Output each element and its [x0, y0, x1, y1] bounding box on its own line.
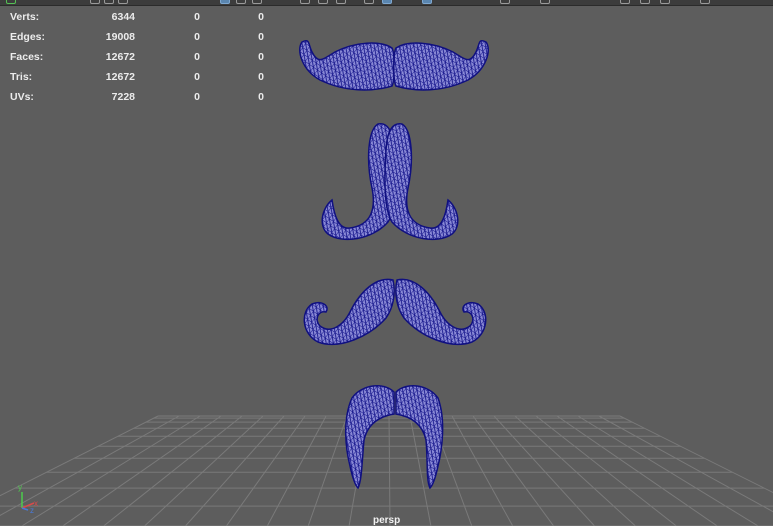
- hud-selected-tri: 0: [258, 51, 264, 63]
- hud-selected: 0: [194, 71, 200, 83]
- hud-row-tris: Tris: 12672 0 0: [10, 67, 270, 87]
- hud-row-faces: Faces: 12672 0 0: [10, 47, 270, 67]
- hud-selected: 0: [194, 51, 200, 63]
- hud-row-verts: Verts: 6344 0 0: [10, 7, 270, 27]
- hud-row-edges: Edges: 19008 0 0: [10, 27, 270, 47]
- ground-grid: [0, 415, 773, 526]
- hud-selected: 0: [194, 91, 200, 103]
- hud-total: 12672: [105, 51, 135, 63]
- gizmo-z-label: z: [30, 506, 34, 515]
- hud-selected-tri: 0: [258, 11, 264, 23]
- hud-selected: 0: [194, 31, 200, 43]
- camera-name-label: persp: [373, 515, 401, 526]
- hud-total: 6344: [111, 11, 135, 23]
- gizmo-x-label: x: [34, 499, 38, 508]
- hud-label: UVs:: [10, 91, 34, 103]
- gizmo-y-label: y: [18, 483, 22, 492]
- hud-selected-tri: 0: [258, 91, 264, 103]
- mustache-hooked[interactable]: [321, 123, 459, 241]
- hud-total: 12672: [105, 71, 135, 83]
- hud-label: Faces:: [10, 51, 44, 63]
- hud-label: Tris:: [10, 71, 33, 83]
- hud-selected-tri: 0: [258, 31, 264, 43]
- poly-count-hud: Verts: 6344 0 0 Edges: 19008 0 0 Faces: …: [10, 7, 270, 107]
- 3d-viewport[interactable]: y x z Verts: 6344 0 0 Edges: 19008 0 0 F…: [0, 0, 773, 526]
- hud-row-uvs: UVs: 7228 0 0: [10, 87, 270, 107]
- mustache-handlebar[interactable]: [299, 40, 489, 91]
- hud-label: Edges:: [10, 31, 46, 43]
- hud-total: 7228: [111, 91, 135, 103]
- hud-selected: 0: [194, 11, 200, 23]
- hud-label: Verts:: [10, 11, 40, 23]
- hud-total: 19008: [105, 31, 135, 43]
- hud-selected-tri: 0: [258, 71, 264, 83]
- mustache-curled[interactable]: [303, 278, 487, 346]
